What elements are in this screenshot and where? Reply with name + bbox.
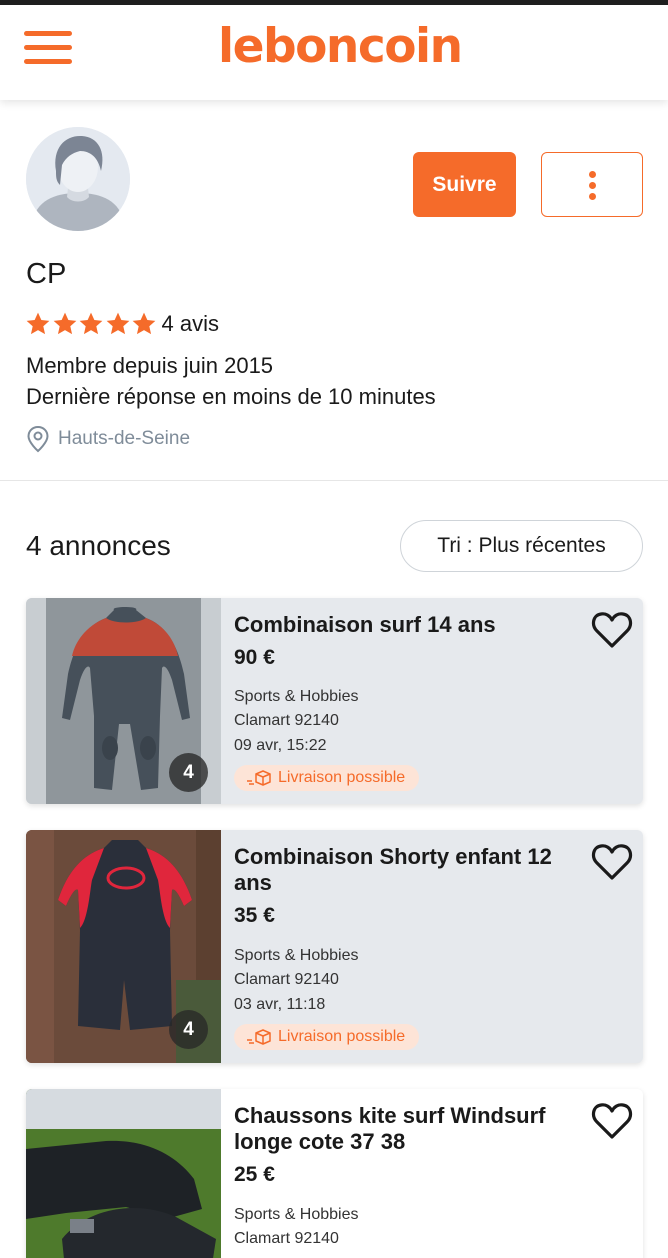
delivery-box-icon: [247, 770, 271, 786]
delivery-label: Livraison possible: [278, 1028, 406, 1045]
star-icon: [132, 312, 156, 335]
location-pin-icon: [27, 425, 49, 453]
app-header: leboncoin: [0, 5, 668, 100]
ad-category: Sports & Hobbies: [234, 688, 359, 705]
seller-name: CP: [26, 258, 67, 290]
brand-logo[interactable]: leboncoin: [218, 19, 463, 74]
star-icon: [26, 312, 50, 335]
seller-rating[interactable]: 4 avis: [25, 310, 219, 338]
ad-details: Combinaison surf 14 ans 90 € Sports & Ho…: [221, 598, 643, 804]
ad-thumbnail: [26, 1089, 221, 1258]
delivery-box-icon: [247, 1029, 271, 1045]
heart-icon[interactable]: [591, 842, 633, 882]
delivery-badge: Livraison possible: [234, 765, 420, 791]
delivery-label: Livraison possible: [278, 769, 406, 786]
seller-profile: Suivre CP 4 avis Membre depuis juin 2015…: [0, 100, 668, 481]
ad-details: Chaussons kite surf Windsurf longe cote …: [221, 1089, 643, 1258]
star-icon: [106, 312, 129, 335]
ad-date: 09 avr, 15:22: [234, 737, 327, 754]
photo-count-badge: 4: [169, 753, 208, 792]
ads-count: 4 annonces: [26, 530, 171, 561]
heart-icon[interactable]: [591, 1101, 633, 1141]
ad-title[interactable]: Combinaison Shorty enfant 12 ans: [234, 844, 574, 896]
photo-count-badge: 4: [169, 1010, 208, 1049]
response-time: Dernière réponse en moins de 10 minutes: [26, 384, 436, 409]
review-count: 4 avis: [161, 311, 219, 336]
member-since: Membre depuis juin 2015: [26, 353, 274, 378]
ad-location: Clamart 92140: [234, 712, 339, 729]
heart-icon[interactable]: [591, 610, 633, 650]
more-options-button[interactable]: [541, 152, 643, 217]
ad-title[interactable]: Combinaison surf 14 ans: [234, 612, 574, 638]
delivery-badge: Livraison possible: [234, 1024, 420, 1050]
ad-location: Clamart 92140: [234, 1230, 339, 1247]
rating-stars: [25, 311, 158, 337]
avatar: [26, 127, 130, 231]
ad-price: 25 €: [234, 1163, 275, 1186]
ad-price: 35 €: [234, 904, 275, 927]
follow-button[interactable]: Suivre: [413, 152, 516, 217]
ad-card[interactable]: 4 Combinaison Shorty enfant 12 ans 35 € …: [26, 830, 643, 1063]
ad-details: Combinaison Shorty enfant 12 ans 35 € Sp…: [221, 830, 643, 1063]
ad-title[interactable]: Chaussons kite surf Windsurf longe cote …: [234, 1103, 574, 1155]
ad-category: Sports & Hobbies: [234, 947, 359, 964]
booties-photo: [26, 1089, 221, 1258]
sort-button[interactable]: Tri : Plus récentes: [400, 520, 643, 572]
location-label: Hauts-de-Seine: [58, 428, 191, 449]
ad-date: 03 avr, 11:18: [234, 996, 326, 1013]
ad-price: 90 €: [234, 646, 275, 669]
seller-location: Hauts-de-Seine: [26, 425, 190, 453]
avatar-placeholder-icon: [26, 127, 130, 231]
ad-card[interactable]: Chaussons kite surf Windsurf longe cote …: [26, 1089, 643, 1258]
ad-category: Sports & Hobbies: [234, 1206, 359, 1223]
ad-location: Clamart 92140: [234, 971, 339, 988]
star-icon: [79, 312, 103, 335]
star-icon: [53, 312, 76, 335]
hamburger-icon[interactable]: [24, 29, 74, 69]
ad-card[interactable]: 4 Combinaison surf 14 ans 90 € Sports & …: [26, 598, 643, 804]
